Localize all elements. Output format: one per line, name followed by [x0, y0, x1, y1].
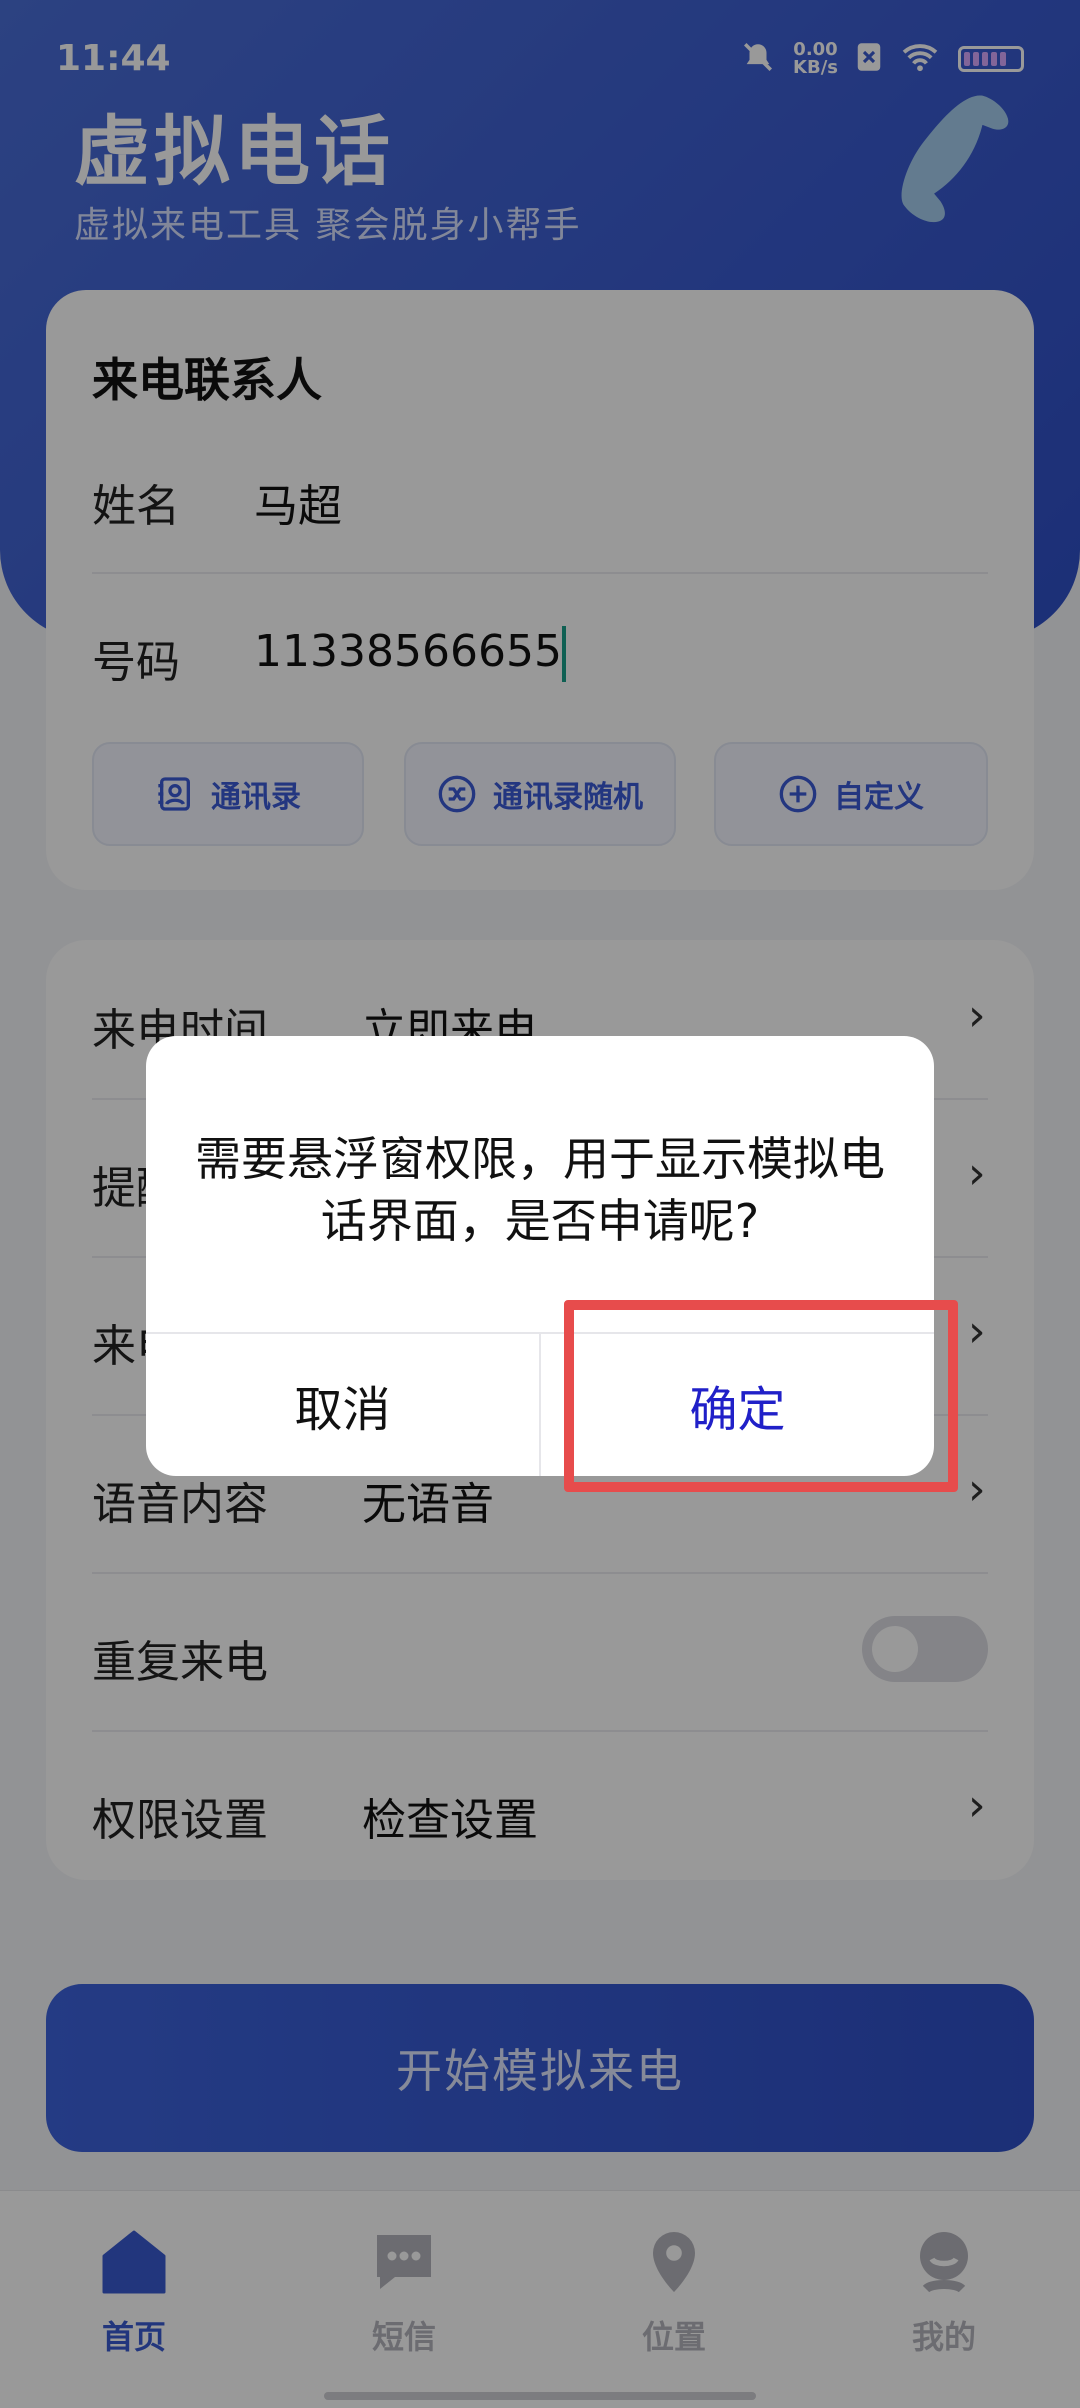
dialog-message: 需要悬浮窗权限，用于显示模拟电话界面，是否申请呢?: [195, 1132, 885, 1248]
confirm-highlight-box: [564, 1300, 958, 1492]
dialog-cancel-button[interactable]: 取消: [146, 1334, 539, 1476]
